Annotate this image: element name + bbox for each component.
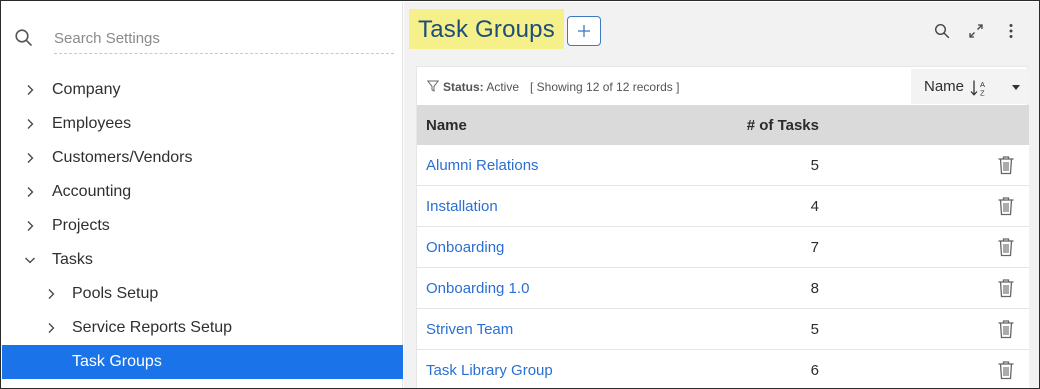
sidebar-item-label: Pools Setup [72, 285, 159, 302]
trash-icon[interactable] [997, 237, 1015, 257]
chevron-down-icon [25, 257, 35, 264]
task-group-link[interactable]: Installation [426, 198, 498, 215]
task-group-link[interactable]: Striven Team [426, 321, 513, 338]
trash-icon[interactable] [997, 196, 1015, 216]
column-header-name[interactable]: Name [426, 117, 467, 134]
task-groups-card: Status: Active [ Showing 12 of 12 record… [416, 66, 1029, 388]
column-header-tasks[interactable]: # of Tasks [747, 117, 819, 134]
sidebar-item-accounting[interactable]: Accounting [2, 175, 403, 209]
task-group-link[interactable]: Onboarding 1.0 [426, 280, 529, 297]
sidebar-item-label: Company [52, 81, 121, 98]
chevron-right-icon [48, 323, 55, 333]
app-window: Company Employees Customers/Vendors Acco… [0, 0, 1040, 389]
settings-search [12, 22, 394, 56]
svg-text:Z: Z [980, 89, 985, 98]
trash-icon[interactable] [997, 319, 1015, 339]
trash-icon[interactable] [997, 360, 1015, 380]
sort-alpha-icon: A Z [970, 80, 985, 98]
sidebar-item-label: Projects [52, 217, 110, 234]
status-filter-label: Status: [443, 80, 484, 94]
task-count: 5 [810, 321, 819, 338]
plus-icon [578, 25, 590, 37]
table-row: Installation 4 [417, 186, 1029, 227]
filter-bar: Status: Active [ Showing 12 of 12 record… [417, 67, 1029, 105]
table-row: Striven Team 5 [417, 309, 1029, 350]
table-row: Onboarding 1.0 8 [417, 268, 1029, 309]
sidebar-item-label: Task Groups [72, 353, 162, 370]
search-icon [934, 23, 950, 39]
task-group-link[interactable]: Onboarding [426, 239, 504, 256]
sort-dropdown[interactable]: Name A Z [911, 69, 1029, 104]
search-settings-input[interactable] [54, 24, 394, 54]
main-panel: Task Groups Status: Active [Showing 12 … [404, 2, 1039, 388]
chevron-right-icon [27, 221, 34, 231]
expand-icon [969, 24, 983, 38]
sidebar-item-label: Employees [52, 115, 132, 132]
page-title: Task Groups [418, 16, 555, 43]
task-count: 8 [810, 280, 819, 297]
task-count: 5 [810, 157, 819, 174]
chevron-right-icon [48, 289, 55, 299]
status-filter[interactable]: Status: Active [443, 80, 519, 94]
table-row: Onboarding 7 [417, 227, 1029, 268]
sidebar-item-projects[interactable]: Projects [2, 209, 403, 243]
record-count: [ Showing 12 of 12 records ] [530, 80, 680, 94]
filter-icon[interactable] [427, 80, 439, 92]
settings-sidebar: Company Employees Customers/Vendors Acco… [2, 2, 403, 388]
sidebar-item-label: Accounting [52, 183, 132, 200]
search-button[interactable] [931, 20, 953, 42]
sidebar-item-label: Tasks [52, 251, 93, 268]
task-count: 7 [810, 239, 819, 256]
chevron-right-icon [27, 85, 34, 95]
table-header: Name # of Tasks [417, 105, 1029, 145]
sidebar-item-task-groups[interactable]: Task Groups [2, 345, 403, 379]
task-count: 6 [810, 362, 819, 379]
chevron-right-icon [27, 187, 34, 197]
sort-label: Name [924, 78, 965, 95]
task-group-link[interactable]: Alumni Relations [426, 157, 539, 174]
task-group-link[interactable]: Task Library Group [426, 362, 553, 379]
task-count: 4 [810, 198, 819, 215]
sidebar-item-label: Service Reports Setup [72, 319, 233, 336]
status-filter-value: Active [486, 80, 520, 94]
chevron-right-icon [27, 153, 34, 163]
sidebar-item-service-reports-setup[interactable]: Service Reports Setup [2, 311, 403, 345]
sidebar-item-customers-vendors[interactable]: Customers/Vendors [2, 141, 403, 175]
table-row: Task Library Group 6 [417, 350, 1029, 388]
settings-tree: Company Employees Customers/Vendors Acco… [2, 73, 403, 379]
search-icon [15, 29, 32, 46]
sidebar-item-company[interactable]: Company [2, 73, 403, 107]
table-body: Alumni Relations 5 Installation 4 Onboar… [417, 145, 1029, 388]
trash-icon[interactable] [997, 155, 1015, 175]
title-highlight: Task Groups [409, 9, 564, 49]
sidebar-item-employees[interactable]: Employees [2, 107, 403, 141]
sidebar-item-label: Customers/Vendors [52, 149, 193, 166]
add-task-group-button[interactable] [567, 16, 601, 46]
sidebar-item-tasks[interactable]: Tasks [2, 243, 403, 277]
trash-icon[interactable] [997, 278, 1015, 298]
chevron-right-icon [27, 119, 34, 129]
expand-button[interactable] [965, 20, 987, 42]
header-toolbar [929, 20, 1039, 44]
sidebar-item-pools-setup[interactable]: Pools Setup [2, 277, 403, 311]
table-row: Alumni Relations 5 [417, 145, 1029, 186]
more-options-button[interactable] [1000, 20, 1022, 42]
caret-down-icon [1012, 85, 1020, 90]
more-vertical-icon [1009, 24, 1013, 38]
